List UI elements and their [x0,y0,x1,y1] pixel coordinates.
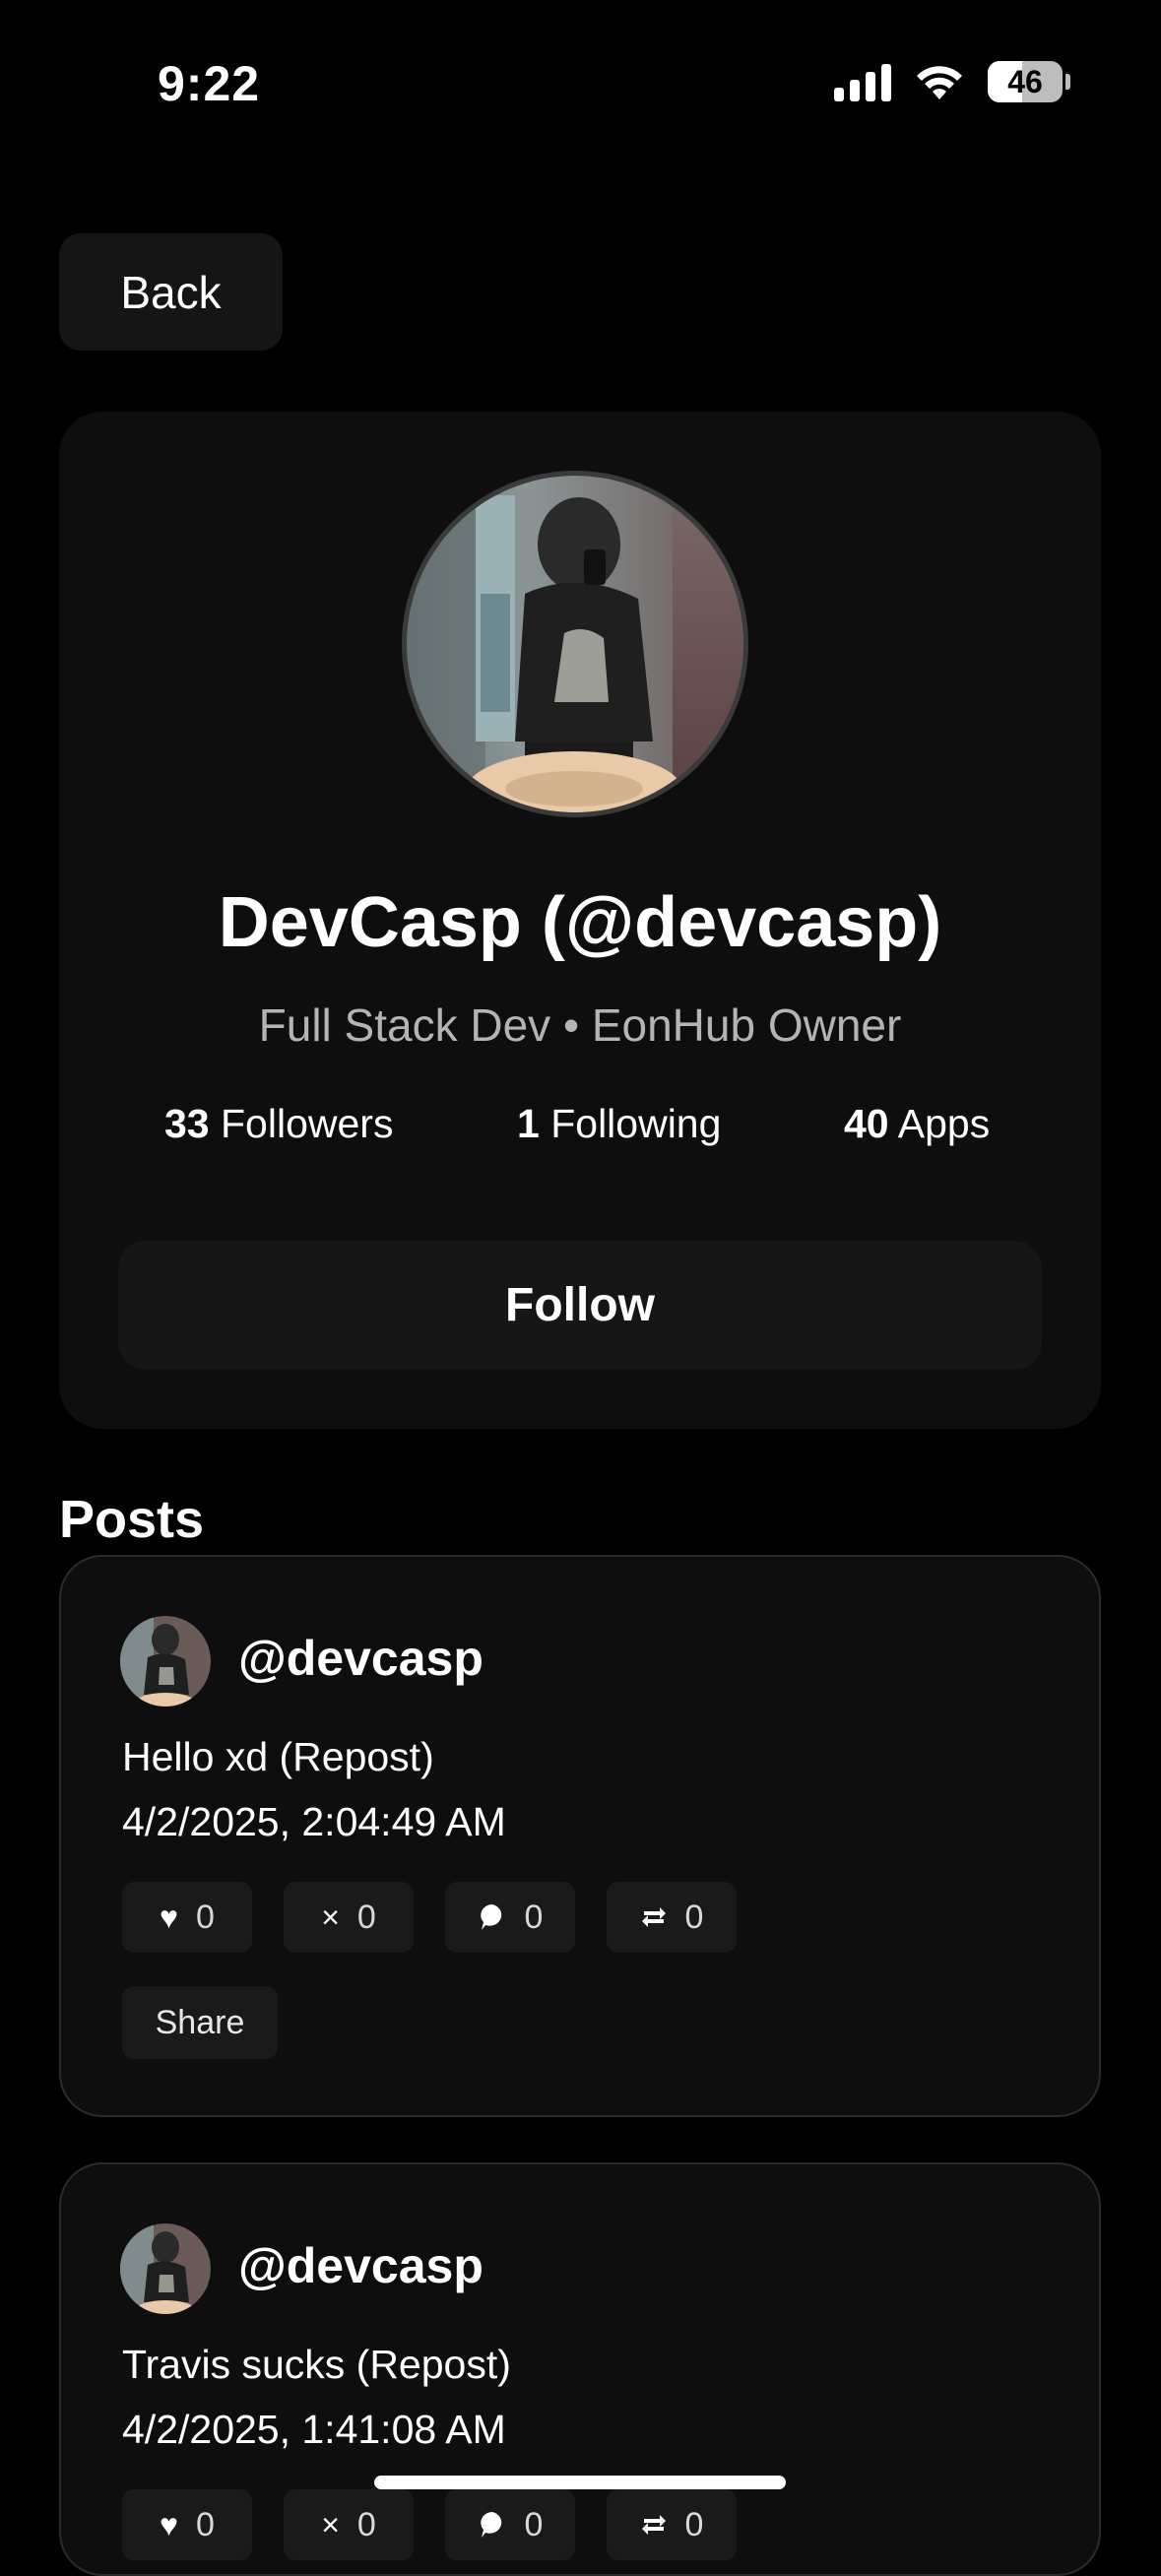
comment-bubble-icon [480,1904,501,1930]
repost-button[interactable]: 0 [607,1882,737,1953]
like-button[interactable]: ♥ 0 [122,2489,252,2560]
dislike-button[interactable]: × 0 [284,1882,414,1953]
repost-count: 0 [684,1898,704,1936]
apps-stat[interactable]: 40 Apps [844,1101,990,1147]
post-author-handle[interactable]: @devcasp [238,2237,484,2294]
following-count: 1 [517,1101,540,1146]
cellular-signal-icon [834,62,891,101]
comment-bubble-icon [480,2512,501,2538]
post-card: @devcasp Travis sucks (Repost) 4/2/2025,… [59,2162,1101,2576]
like-button[interactable]: ♥ 0 [122,1882,252,1953]
battery-icon: 46 [988,61,1070,102]
home-indicator[interactable] [374,2476,786,2489]
dislike-count: 0 [356,1898,376,1936]
dislike-count: 0 [356,2505,376,2544]
like-count: 0 [196,2505,215,2544]
post-author-avatar[interactable] [120,1616,211,1707]
following-label: Following [550,1101,722,1146]
x-icon: × [321,2507,340,2543]
followers-stat[interactable]: 33 Followers [164,1101,393,1147]
post-card: @devcasp Hello xd (Repost) 4/2/2025, 2:0… [59,1555,1101,2117]
comment-button[interactable]: 0 [445,2489,575,2560]
heart-icon: ♥ [160,1900,179,1935]
repost-icon [641,1907,666,1927]
wifi-icon [917,66,962,99]
followers-count: 33 [164,1101,210,1146]
followers-label: Followers [221,1101,394,1146]
post-actions: ♥ 0 × 0 0 0 [122,2489,737,2560]
posts-heading: Posts [59,1490,205,1549]
heart-icon: ♥ [160,2507,179,2543]
comment-button[interactable]: 0 [445,1882,575,1953]
status-icons: 46 [834,61,1070,102]
x-icon: × [321,1900,340,1935]
apps-count: 40 [844,1101,889,1146]
profile-bio: Full Stack Dev • EonHub Owner [258,999,902,1051]
follow-button[interactable]: Follow [118,1241,1042,1370]
status-bar: 9:22 46 [0,0,1161,167]
post-timestamp: 4/2/2025, 2:04:49 AM [122,1799,506,1844]
post-author-handle[interactable]: @devcasp [238,1630,484,1687]
profile-avatar [402,471,748,817]
share-button[interactable]: Share [122,1986,278,2059]
profile-card: DevCasp (@devcasp) Full Stack Dev • EonH… [59,412,1101,1429]
following-stat[interactable]: 1 Following [517,1101,721,1147]
battery-percentage: 46 [1007,63,1043,99]
dislike-button[interactable]: × 0 [284,2489,414,2560]
post-text: Travis sucks (Repost) [122,2342,511,2387]
post-actions: ♥ 0 × 0 0 0 [122,1882,737,1953]
profile-stats: 33 Followers 1 Following 40 Apps [59,1101,1101,1160]
status-time: 9:22 [158,56,261,111]
comment-count: 0 [524,1898,544,1936]
profile-name: DevCasp (@devcasp) [218,883,942,962]
repost-button[interactable]: 0 [607,2489,737,2560]
back-button[interactable]: Back [59,233,283,351]
comment-count: 0 [524,2505,544,2544]
post-author-avatar[interactable] [120,2223,211,2314]
repost-count: 0 [684,2505,704,2544]
post-timestamp: 4/2/2025, 1:41:08 AM [122,2407,506,2452]
like-count: 0 [196,1898,215,1936]
post-text: Hello xd (Repost) [122,1734,434,1779]
apps-label: Apps [897,1101,991,1146]
